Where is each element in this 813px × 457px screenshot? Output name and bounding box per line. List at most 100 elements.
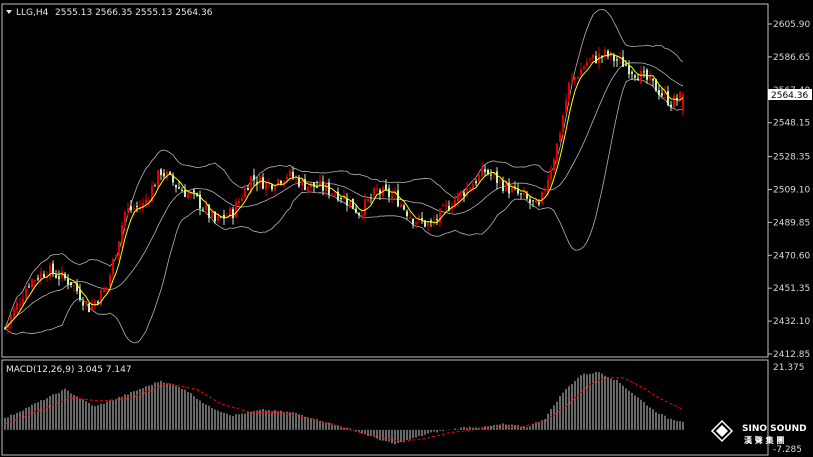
candle-body [475,181,477,184]
candle-body [109,275,111,287]
candle-body [13,308,15,318]
candle-body [496,171,498,184]
candle-body [370,197,372,199]
candle-body [583,66,585,70]
price-axis-label: 2586.65 [773,53,810,63]
candle-body [559,133,561,142]
candle-body [82,301,84,306]
candle-body [163,173,165,177]
candle-body [673,95,675,108]
candle-body [85,301,87,304]
candle-body [457,193,459,202]
candle-body [469,187,471,190]
candle-body [328,182,330,195]
candle-body [463,192,465,196]
macd-indicator-label: MACD(12,26,9) 3.045 7.147 [6,365,132,375]
candle-body [385,184,387,190]
candle-body [88,303,90,313]
candle-body [589,58,591,60]
candle-body [643,71,645,73]
candle-body [106,287,108,290]
candle-body [22,298,24,304]
candle-body [154,185,156,187]
candle-body [130,206,132,211]
candle-body [31,279,33,288]
logo-emblem-inner-icon [716,425,728,437]
candle-body [127,208,129,212]
candle-body [538,202,540,205]
candle-body [484,169,486,172]
candle-body [235,201,237,218]
bollinger-lower-line [4,78,684,344]
candle-body [145,199,147,204]
candle-body [175,184,177,188]
candle-body [442,205,444,207]
candle-body [544,190,546,192]
candle-body [115,255,117,258]
chart-window: 2605.902586.652567.402548.152528.352509.… [1,3,812,456]
candle-body [247,187,249,191]
candle-body [136,205,138,207]
candle-body [307,186,309,192]
candle-body [499,179,501,181]
candle-body [157,170,159,187]
candle-body [70,282,72,286]
macd-histogram [4,371,684,445]
candle-body [511,186,513,193]
candle-body [352,198,354,209]
price-axis-label: 2548.15 [773,119,810,129]
candle-body [571,78,573,82]
candle-body [535,199,537,203]
candle-body [178,187,180,189]
candle-body [547,179,549,193]
candle-body [406,211,408,217]
candle-body [238,200,240,204]
candle-body [232,209,234,219]
price-axis-label: 2528.35 [773,153,810,163]
candle-body [646,69,648,80]
candle-body [403,205,405,210]
candle-body [553,159,555,172]
candle-body [592,54,594,58]
candle-body [580,69,582,76]
candle-body [652,78,654,81]
candle-body [412,218,414,225]
candle-body [577,77,579,79]
price-axis-label: 2509.10 [773,185,810,195]
price-axis-label: 2451.35 [773,284,810,294]
candle-body [16,302,18,311]
candle-body [391,194,393,198]
candle-body [118,241,120,257]
candle-body [244,187,246,198]
candle-body [355,208,357,213]
candle-body [661,93,663,96]
candle-body [253,175,255,180]
candle-body [364,198,366,216]
main-chart-frame [1,3,769,358]
candle-body [541,191,543,204]
candle-body [334,194,336,196]
candle-body [628,65,630,75]
current-price-tag-label: 2564.36 [771,91,808,101]
candle-body [562,115,564,133]
candle-body [184,190,186,198]
candle-body [34,279,36,281]
candle-body [211,212,213,218]
current-price-tag: 2564.36 [768,89,812,101]
candle-body [124,211,126,226]
candle-body [298,177,300,187]
candle-body [682,95,684,111]
candle-body [520,193,522,195]
candle-body [640,70,642,83]
price-axis-label: 2489.85 [773,218,810,228]
candle-body [586,61,588,66]
candle-body [340,198,342,200]
candle-body [271,184,273,190]
symbol-dropdown-icon[interactable] [6,10,12,14]
candle-body [52,263,54,274]
price-axis-label: 2432.10 [773,317,810,327]
candle-body [73,285,75,287]
candle-body [274,187,276,191]
candle-body [679,91,681,99]
candle-body [409,217,411,219]
